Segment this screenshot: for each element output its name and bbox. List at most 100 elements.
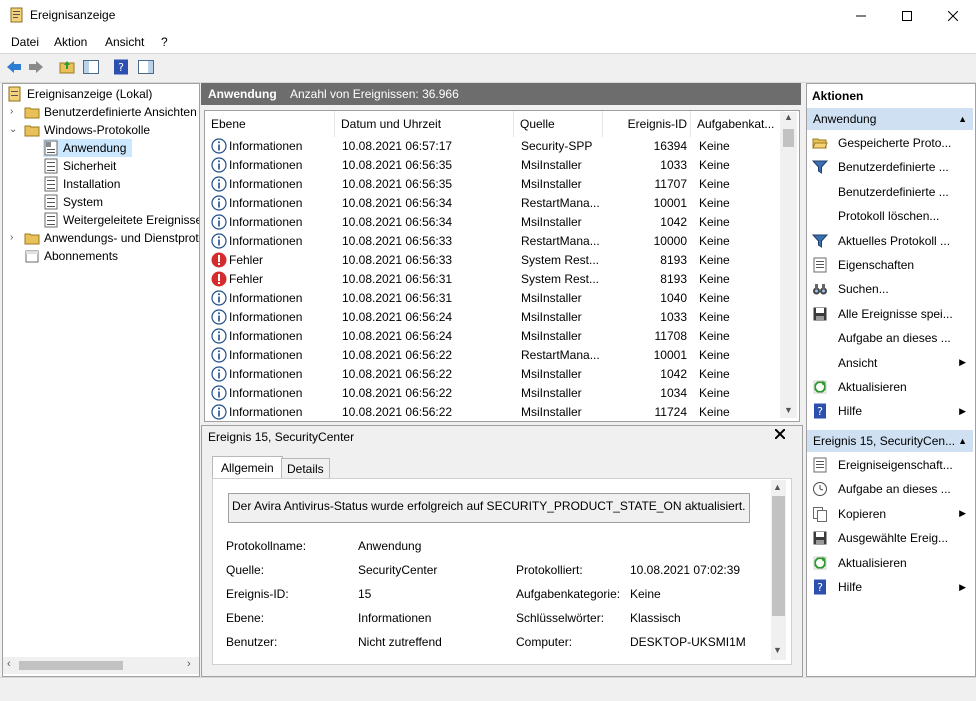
event-row[interactable]: Informationen 10.08.2021 06:56:33 RestartM… xyxy=(205,232,783,251)
action-item[interactable]: Kopieren ▶ xyxy=(812,503,970,525)
scrollbar-thumb[interactable] xyxy=(19,661,123,670)
event-row[interactable]: Fehler 10.08.2021 06:56:33 System Rest... 8… xyxy=(205,251,783,270)
tree-item-subscriptions[interactable]: Abonnements xyxy=(24,247,118,265)
action-item[interactable]: Aktualisieren xyxy=(812,376,970,398)
svg-text:?: ? xyxy=(118,61,124,74)
close-detail-button[interactable] xyxy=(774,428,786,442)
column-header-source[interactable]: Quelle xyxy=(514,111,603,137)
event-row[interactable]: Informationen 10.08.2021 06:57:17 Security… xyxy=(205,137,783,156)
collapse-icon: ▲ xyxy=(958,114,967,124)
action-item[interactable]: Ausgewählte Ereig... xyxy=(812,527,970,549)
action-label: Benutzerdefinierte ... xyxy=(838,184,949,199)
action-item[interactable]: Aufgabe an dieses ... xyxy=(812,327,970,349)
action-item[interactable]: Eigenschaften xyxy=(812,254,970,276)
maximize-button[interactable] xyxy=(884,0,930,31)
scrollbar-thumb[interactable] xyxy=(772,496,785,616)
folder-up-icon xyxy=(59,61,75,74)
event-level: Informationen xyxy=(229,215,303,229)
back-button[interactable] xyxy=(5,58,23,76)
menu-ansicht[interactable]: Ansicht xyxy=(105,35,144,49)
scroll-down-icon[interactable]: ▼ xyxy=(784,405,793,415)
event-row[interactable]: Informationen 10.08.2021 06:56:35 MsiInsta… xyxy=(205,156,783,175)
menu-aktion[interactable]: Aktion xyxy=(54,35,87,49)
show-hide-tree-button[interactable] xyxy=(82,58,100,76)
chevron-right-icon[interactable]: › xyxy=(10,232,13,243)
tree-item-root[interactable]: Ereignisanzeige (Lokal) xyxy=(7,85,152,103)
action-item[interactable]: ? Hilfe ▶ xyxy=(812,400,970,422)
forward-button[interactable] xyxy=(27,58,45,76)
event-row[interactable]: Informationen 10.08.2021 06:56:22 RestartM… xyxy=(205,346,783,365)
event-row[interactable]: Informationen 10.08.2021 06:56:34 MsiInsta… xyxy=(205,213,783,232)
up-folder-button[interactable] xyxy=(58,58,76,76)
tree-item-system[interactable]: System xyxy=(43,193,103,211)
chevron-down-icon[interactable]: ⌄ xyxy=(9,124,17,135)
action-item[interactable]: Ansicht ▶ xyxy=(812,352,970,374)
event-date: 10.08.2021 06:56:31 xyxy=(342,291,453,305)
tree-item-installation[interactable]: Installation xyxy=(43,175,120,193)
event-row[interactable]: Informationen 10.08.2021 06:56:34 RestartM… xyxy=(205,194,783,213)
action-item[interactable]: ? Hilfe ▶ xyxy=(812,576,970,598)
properties-icon xyxy=(813,457,827,473)
event-message: Der Avira Antivirus-Status wurde erfolgr… xyxy=(232,499,746,513)
tree-horizontal-scrollbar[interactable]: ‹ › xyxy=(3,657,199,674)
column-header-event-id[interactable]: Ereignis-ID xyxy=(603,111,691,137)
tab-details[interactable]: Details xyxy=(281,458,330,480)
tree-item-app-services[interactable]: Anwendungs- und Dienstprotokolle xyxy=(24,229,199,247)
info-icon xyxy=(211,309,227,325)
chevron-right-icon[interactable]: › xyxy=(10,106,13,117)
column-header-level[interactable]: Ebene xyxy=(205,111,335,137)
event-row[interactable]: Informationen 10.08.2021 06:56:22 MsiInsta… xyxy=(205,384,783,403)
minimize-icon xyxy=(856,15,866,16)
event-level: Informationen xyxy=(229,310,303,324)
tree-label: Anwendung xyxy=(63,141,127,155)
action-item[interactable]: Alle Ereignisse spei... xyxy=(812,303,970,325)
event-row[interactable]: Informationen 10.08.2021 06:56:35 MsiInsta… xyxy=(205,175,783,194)
menu-help[interactable]: ? xyxy=(161,35,168,49)
event-row[interactable]: Informationen 10.08.2021 06:56:22 MsiInsta… xyxy=(205,365,783,384)
scroll-up-icon[interactable]: ▲ xyxy=(773,482,782,492)
minimize-button[interactable] xyxy=(838,0,884,31)
tree-item-forwarded[interactable]: Weitergeleitete Ereignisse xyxy=(43,211,199,229)
close-button[interactable] xyxy=(930,0,976,31)
detail-scrollbar[interactable]: ▲ ▼ xyxy=(771,480,786,660)
action-item[interactable]: Ereigniseigenschaft... xyxy=(812,454,970,476)
tree-item-anwendung[interactable]: Anwendung xyxy=(43,139,133,157)
event-row[interactable]: Fehler 10.08.2021 06:56:31 System Rest... 8… xyxy=(205,270,783,289)
scroll-left-icon[interactable]: ‹ xyxy=(7,658,11,670)
window-title: Ereignisanzeige xyxy=(30,8,116,22)
menu-datei[interactable]: Datei xyxy=(11,35,39,49)
tree-item-windows-logs[interactable]: Windows-Protokolle xyxy=(24,121,150,139)
event-row[interactable]: Informationen 10.08.2021 06:56:24 MsiInsta… xyxy=(205,308,783,327)
event-list-scrollbar[interactable]: ▲ ▼ xyxy=(780,112,797,418)
column-header-date[interactable]: Datum und Uhrzeit xyxy=(335,111,514,137)
action-item[interactable]: Aufgabe an dieses ... xyxy=(812,478,970,500)
action-item[interactable]: Suchen... xyxy=(812,278,970,300)
scroll-right-icon[interactable]: › xyxy=(187,658,191,670)
event-row[interactable]: Informationen 10.08.2021 06:56:31 MsiInsta… xyxy=(205,289,783,308)
error-icon xyxy=(211,252,227,268)
action-item[interactable]: Benutzerdefinierte ... xyxy=(812,181,970,203)
scroll-down-icon[interactable]: ▼ xyxy=(773,645,782,655)
event-source: MsiInstaller xyxy=(521,405,582,419)
action-item[interactable]: Aktuelles Protokoll ... xyxy=(812,230,970,252)
scrollbar-thumb[interactable] xyxy=(783,129,794,147)
event-id: 11724 xyxy=(654,405,687,419)
scroll-up-icon[interactable]: ▲ xyxy=(784,112,793,122)
tree-item-custom-views[interactable]: Benutzerdefinierte Ansichten xyxy=(24,103,197,121)
tree-label: Benutzerdefinierte Ansichten xyxy=(44,105,197,119)
properties-icon xyxy=(813,257,827,273)
action-item[interactable]: Protokoll löschen... xyxy=(812,205,970,227)
event-row[interactable]: Informationen 10.08.2021 06:56:24 MsiInsta… xyxy=(205,327,783,346)
show-action-pane-button[interactable] xyxy=(137,58,155,76)
tree-item-sicherheit[interactable]: Sicherheit xyxy=(43,157,116,175)
help-toolbar-button[interactable]: ? xyxy=(112,58,130,76)
action-item[interactable]: Gespeicherte Proto... xyxy=(812,132,970,154)
actions-group-event[interactable]: Ereignis 15, SecurityCen... ▲ xyxy=(807,430,973,452)
column-header-task-category[interactable]: Aufgabenkat... xyxy=(691,111,783,137)
event-date: 10.08.2021 06:56:24 xyxy=(342,329,453,343)
action-item[interactable]: Benutzerdefinierte ... xyxy=(812,156,970,178)
actions-group-anwendung[interactable]: Anwendung ▲ xyxy=(807,108,973,130)
event-message-box[interactable]: Der Avira Antivirus-Status wurde erfolgr… xyxy=(228,493,750,523)
action-item[interactable]: Aktualisieren xyxy=(812,552,970,574)
event-row[interactable]: Informationen 10.08.2021 06:56:22 MsiInsta… xyxy=(205,403,783,421)
